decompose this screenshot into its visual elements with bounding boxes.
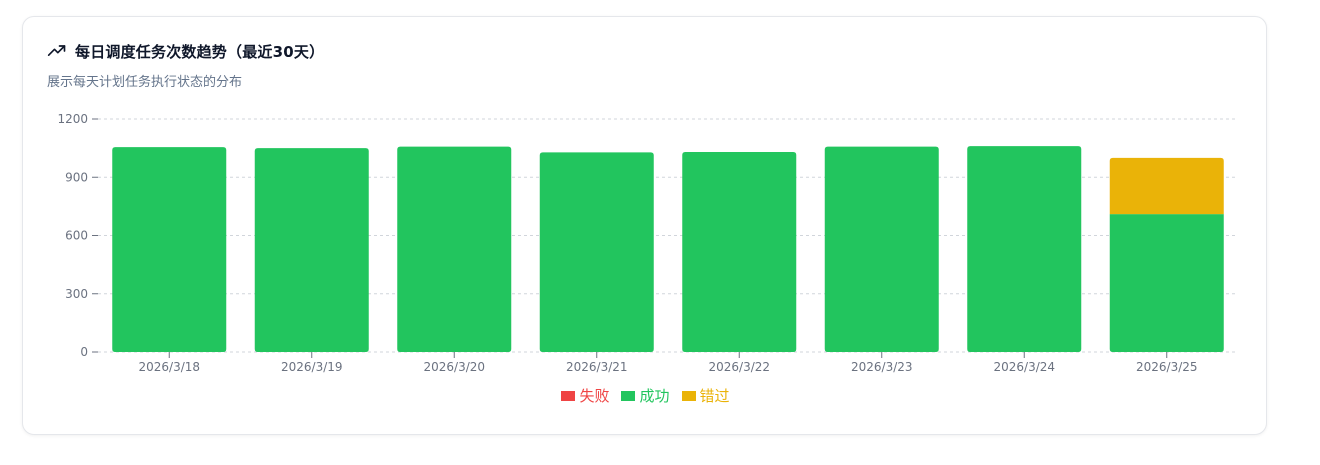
bar-success — [539, 152, 654, 352]
legend-item-skipped[interactable]: 错过 — [681, 385, 730, 406]
legend-item-success[interactable]: 成功 — [621, 385, 670, 406]
legend-swatch — [681, 390, 696, 401]
y-tick-label: 900 — [65, 170, 88, 184]
bar-success — [967, 146, 1082, 352]
bar-skipped — [1109, 157, 1224, 215]
chart-card: 每日调度任务次数趋势（最近30天） 展示每天计划任务执行状态的分布 0 300 60… — [22, 16, 1267, 435]
bar-chart: 0 300 600 900 1200 2026/3/18 2026/3/19 2026/3/2… — [57, 112, 1238, 374]
x-tick-label: 2026/3/24 — [993, 360, 1055, 374]
legend-item-failed[interactable]: 失败 — [561, 385, 609, 406]
x-tick-label: 2026/3/22 — [708, 360, 770, 374]
x-tick-label: 2026/3/25 — [1136, 360, 1198, 374]
chart-area: 0 300 600 900 1200 2026/3/18 2026/3/19 2026/3/2… — [23, 17, 1268, 386]
bar-success — [682, 152, 797, 352]
x-tick-label: 2026/3/23 — [851, 360, 913, 374]
x-tick-label: 2026/3/18 — [138, 360, 200, 374]
legend-swatch — [561, 390, 576, 401]
bar-success — [254, 148, 369, 352]
x-tick-label: 2026/3/20 — [423, 360, 485, 374]
y-tick-label: 300 — [65, 287, 88, 301]
y-tick-label: 0 — [80, 345, 88, 359]
x-tick-label: 2026/3/19 — [281, 360, 343, 374]
legend-label: 错过 — [699, 387, 730, 405]
chart-legend: 失败 成功 错过 — [23, 385, 1268, 406]
y-tick-label: 1200 — [57, 112, 88, 126]
bar-success — [824, 146, 939, 352]
bar-success — [1109, 214, 1224, 352]
x-tick-label: 2026/3/21 — [566, 360, 628, 374]
legend-label: 失败 — [579, 387, 610, 405]
bar-success — [112, 147, 227, 352]
y-tick-label: 600 — [65, 229, 88, 243]
legend-label: 成功 — [639, 387, 670, 405]
bar-success — [397, 146, 512, 352]
legend-swatch — [621, 390, 636, 401]
